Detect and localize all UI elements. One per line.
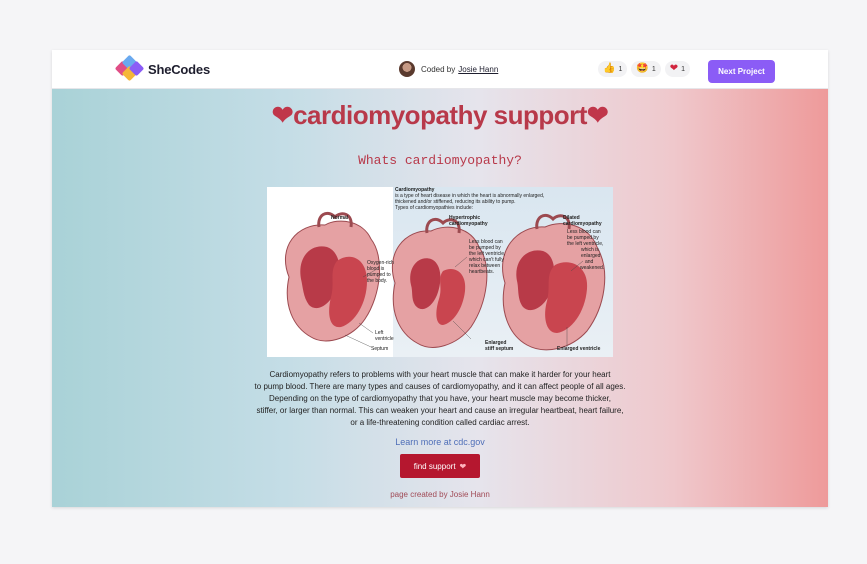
learn-more-link[interactable]: Learn more at cdc.gov (52, 437, 828, 447)
hypertrophic-note: heartbeats. (469, 269, 495, 275)
page-title-text: cardiomyopathy support (293, 100, 587, 130)
top-bar: SheCodes Coded by Josie Hann 👍 1 🤩 1 ❤ 1… (52, 50, 828, 89)
star-eyes-icon: 🤩 (636, 63, 649, 74)
hearts-illustration (284, 211, 606, 351)
reaction-count: 1 (651, 65, 656, 73)
normal-heart (284, 211, 381, 342)
reaction-count: 1 (681, 65, 686, 73)
label-septum: Septum (371, 346, 389, 352)
reactions: 👍 1 🤩 1 ❤ 1 (598, 61, 691, 77)
logo-mark-icon (114, 54, 145, 82)
label-dilated: cardiomyopathy (563, 221, 602, 227)
paragraph-line: stiffer, or larger than normal. This can… (256, 406, 624, 415)
section-heading: Whats cardiomyopathy? (358, 153, 522, 168)
find-support-label: find support (413, 461, 456, 471)
app-frame: SheCodes Coded by Josie Hann 👍 1 🤩 1 ❤ 1… (52, 50, 828, 507)
description-paragraph: Cardiomyopathy refers to problems with y… (232, 369, 648, 429)
reaction-count: 1 (618, 65, 623, 73)
reaction-star-eyes[interactable]: 🤩 1 (631, 61, 661, 77)
heart-icon: ❤ (271, 100, 294, 130)
brand-name: SheCodes (148, 61, 210, 77)
author-link[interactable]: Josie Hann (458, 65, 498, 74)
author-avatar (399, 61, 415, 77)
cardiomyopathy-diagram: Cardiomyopathy is a type of heart diseas… (267, 187, 613, 357)
coded-by-label: Coded by (421, 64, 456, 74)
shecodes-logo[interactable]: SheCodes (114, 54, 210, 82)
label-hypertrophic: cardiomyopathy (449, 221, 488, 227)
figure-intro-line: Types of cardiomyopathies include: (395, 205, 474, 211)
find-support-button[interactable]: find support ❤ (400, 454, 480, 478)
label-enlarged-ventricle: Enlarged ventricle (557, 346, 601, 352)
project-page: ❤cardiomyopathy support❤ Whats cardiomyo… (52, 89, 828, 507)
heart-icon: ❤ (669, 63, 679, 74)
reaction-thumbs-up[interactable]: 👍 1 (598, 61, 628, 77)
page-credit: page created by Josie Hann (390, 490, 490, 499)
coded-by: Coded by Josie Hann (399, 61, 498, 77)
heart-icon: ❤ (459, 461, 467, 471)
paragraph-line: or a life-threatening condition called c… (350, 418, 530, 427)
paragraph-line: Depending on the type of cardiomyopathy … (269, 394, 611, 403)
dilated-note: weakened. (580, 265, 605, 271)
label-normal: Normal (331, 215, 349, 221)
label-enlarged-septum: stiff septum (485, 346, 514, 352)
next-project-button[interactable]: Next Project (708, 60, 775, 83)
thumbs-up-icon: 👍 (603, 63, 616, 74)
heart-icon: ❤ (586, 100, 609, 130)
oxygen-note: the body. (367, 278, 388, 284)
reaction-heart[interactable]: ❤ 1 (664, 61, 691, 77)
page-title: ❤cardiomyopathy support❤ (52, 100, 828, 131)
label-left-ventricle: ventricle (375, 336, 394, 342)
paragraph-line: Cardiomyopathy refers to problems with y… (269, 370, 611, 379)
paragraph-line: to pump blood. There are many types and … (254, 382, 626, 391)
